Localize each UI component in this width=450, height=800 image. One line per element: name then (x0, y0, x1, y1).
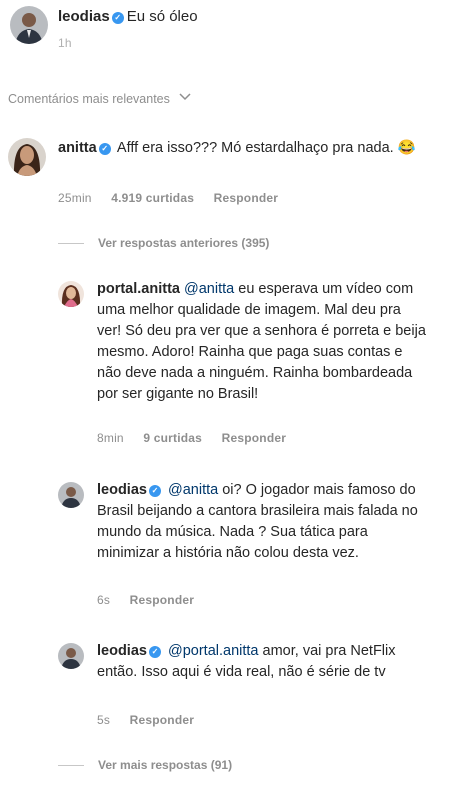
reply-username[interactable]: leodias (97, 482, 147, 498)
reply-username[interactable]: portal.anitta (97, 281, 180, 297)
top-comment-reply-button[interactable]: Responder (214, 191, 278, 205)
view-previous-replies-label: Ver respostas anteriores (395) (98, 236, 270, 250)
top-comment: anitta ✓ Afff era isso??? Mó estardalhaço… (58, 138, 418, 159)
reply-meta: 5s Responder (97, 713, 210, 727)
post-author-username[interactable]: leodias (58, 8, 110, 25)
reply-meta: 6s Responder (97, 593, 210, 607)
comments-sort-label: Comentários mais relevantes (8, 92, 170, 106)
reply-time: 6s (97, 593, 111, 607)
reply-thread-line (58, 765, 84, 767)
chevron-down-icon (179, 90, 191, 104)
leodias-avatar[interactable] (58, 482, 84, 508)
reply-text: eu esperava um vídeo com uma melhor qual… (97, 281, 426, 402)
reply-time: 5s (97, 713, 111, 727)
top-comment-meta: 25min 4.919 curtidas Responder (58, 191, 294, 205)
top-comment-time: 25min (58, 191, 92, 205)
top-comment-username[interactable]: anitta (58, 140, 97, 156)
verified-badge-icon: ✓ (148, 485, 161, 497)
post-time: 1h (58, 36, 72, 50)
reply-time: 8min (97, 431, 124, 445)
reply-mention[interactable]: @anitta (168, 482, 218, 498)
view-more-replies[interactable]: Ver mais respostas (91) (58, 758, 232, 772)
reply-leodias-2: leodias ✓ @portal.anitta amor, vai pra Ne… (97, 641, 432, 683)
verified-badge-icon: ✓ (98, 143, 111, 155)
top-comment-likes[interactable]: 4.919 curtidas (111, 191, 194, 205)
view-previous-replies[interactable]: Ver respostas anteriores (395) (58, 236, 269, 250)
post-caption: Eu só óleo (126, 8, 198, 25)
verified-badge-icon: ✓ (148, 646, 161, 658)
comments-sort-dropdown[interactable]: Comentários mais relevantes (8, 90, 191, 106)
portal-anitta-avatar[interactable] (58, 281, 84, 307)
post-author-avatar[interactable] (10, 6, 48, 44)
leodias-avatar[interactable] (58, 643, 84, 669)
verified-badge-icon: ✓ (111, 12, 124, 24)
reply-reply-button[interactable]: Responder (130, 713, 194, 727)
reply-username[interactable]: leodias (97, 643, 147, 659)
reply-likes[interactable]: 9 curtidas (143, 431, 202, 445)
reply-thread-line (58, 243, 84, 245)
view-more-replies-label: Ver mais respostas (91) (98, 758, 233, 772)
reply-portal-anitta: portal.anitta @anitta eu esperava um víd… (97, 279, 427, 405)
reply-meta: 8min 9 curtidas Responder (97, 431, 302, 445)
anitta-avatar[interactable] (8, 138, 46, 176)
reply-mention[interactable]: @portal.anitta (168, 643, 259, 659)
top-comment-text: Afff era isso??? Mó estardalhaço pra nad… (116, 140, 416, 156)
reply-mention[interactable]: @anitta (184, 281, 234, 297)
reply-reply-button[interactable]: Responder (222, 431, 286, 445)
reply-reply-button[interactable]: Responder (130, 593, 194, 607)
reply-leodias-1: leodias ✓ @anitta oi? O jogador mais famo… (97, 480, 432, 564)
